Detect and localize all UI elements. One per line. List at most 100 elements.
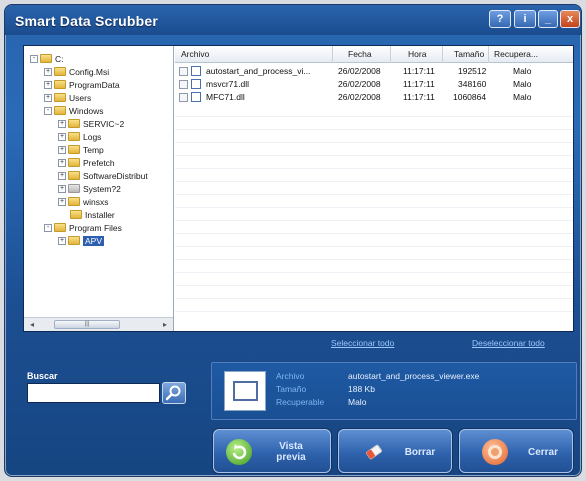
table-row[interactable]: MFC71.dll 26/02/2008 11:17:11 1060864 Ma… [175, 91, 573, 103]
cell-archivo: MFC71.dll [206, 92, 245, 102]
file-list[interactable]: Archivo Fecha Hora Tamaño Recupera... au… [175, 46, 573, 331]
column-header-tamano[interactable]: Tamaño [454, 49, 484, 59]
info-button[interactable]: i [514, 10, 536, 28]
tree-item-servic2[interactable]: + SERVIC~2 [58, 117, 124, 129]
scroll-left-icon[interactable]: ◂ [26, 319, 38, 330]
column-separator[interactable] [442, 46, 443, 63]
cell-archivo: msvcr71.dll [206, 79, 249, 89]
tree-item-label: Windows [69, 105, 104, 116]
expand-icon[interactable]: + [58, 132, 66, 141]
grid-line [175, 142, 573, 143]
cell-fecha: 26/02/2008 [338, 92, 381, 102]
expand-icon[interactable]: + [44, 80, 52, 89]
close-button[interactable]: Cerrar [459, 429, 573, 473]
file-icon [191, 79, 201, 89]
select-all-link[interactable]: Seleccionar todo [331, 338, 394, 348]
cell-recupera: Malo [513, 79, 532, 89]
preview-button[interactable]: Vista previa [213, 429, 331, 473]
tree-item-config-msi[interactable]: + Config.Msi [44, 65, 109, 77]
detail-label-archivo: Archivo [276, 371, 305, 381]
tree-item-label: Logs [83, 131, 102, 142]
folder-icon [68, 145, 80, 155]
column-separator[interactable] [390, 46, 391, 63]
cell-recupera: Malo [513, 92, 532, 102]
collapse-icon[interactable]: - [44, 223, 52, 232]
folder-icon [68, 132, 80, 142]
collapse-icon[interactable]: - [44, 106, 52, 115]
tree-item-label: SoftwareDistribut [83, 170, 148, 181]
folder-icon [40, 54, 52, 64]
tree-item-winsxs[interactable]: + winsxs [58, 195, 109, 207]
expand-icon[interactable]: + [58, 184, 66, 193]
expand-icon[interactable]: + [58, 171, 66, 180]
tree-item-label: C: [55, 53, 64, 64]
folder-tree[interactable]: - C: + Config.Msi + ProgramData + Users - Win… [24, 46, 174, 331]
tree-item-windows[interactable]: - Windows [44, 104, 103, 116]
expand-icon[interactable]: + [58, 158, 66, 167]
detail-label-tamano: Tamaño [276, 384, 307, 394]
expand-icon[interactable]: + [44, 67, 52, 76]
tree-item-prefetch[interactable]: + Prefetch [58, 156, 115, 168]
tree-item-installer[interactable]: Installer [70, 208, 115, 220]
column-header-archivo[interactable]: Archivo [181, 49, 209, 59]
folder-icon [68, 119, 80, 129]
cell-hora: 11:17:11 [403, 92, 435, 102]
folder-icon [54, 80, 66, 90]
cell-recupera: Malo [513, 66, 532, 76]
tree-item-label: Config.Msi [69, 66, 110, 77]
row-checkbox[interactable] [179, 67, 188, 76]
title-bar[interactable]: Smart Data Scrubber ? i _ x [5, 5, 581, 35]
grid-line [175, 272, 573, 273]
minimize-button[interactable]: _ [538, 10, 558, 28]
row-checkbox[interactable] [179, 93, 188, 102]
magnifier-icon [165, 385, 181, 401]
tree-item-system2[interactable]: + System?2 [58, 182, 121, 194]
column-header-fecha[interactable]: Fecha [348, 49, 372, 59]
grid-line [175, 311, 573, 312]
preview-label-line1: Vista [279, 441, 303, 452]
tree-item-softwaredistribution[interactable]: + SoftwareDistribut [58, 169, 148, 181]
grid-line [175, 233, 573, 234]
folder-icon [68, 158, 80, 168]
row-checkbox[interactable] [179, 80, 188, 89]
tree-item-label: Installer [85, 209, 115, 220]
column-separator[interactable] [488, 46, 489, 63]
detail-value-recuperable: Malo [348, 397, 367, 407]
tree-item-c[interactable]: - C: [30, 52, 64, 64]
tree-item-temp[interactable]: + Temp [58, 143, 104, 155]
expand-icon[interactable]: + [58, 119, 66, 128]
file-icon [191, 92, 201, 102]
grid-line [175, 129, 573, 130]
tree-item-apv[interactable]: + APV [58, 234, 105, 246]
column-separator[interactable] [332, 46, 333, 63]
help-button[interactable]: ? [489, 10, 511, 28]
tree-horizontal-scrollbar[interactable]: ◂ ||| ▸ [24, 317, 173, 331]
deselect-all-link[interactable]: Deseleccionar todo [472, 338, 545, 348]
expand-icon[interactable]: + [58, 145, 66, 154]
tree-item-program-files[interactable]: - Program Files [44, 221, 122, 233]
cell-hora: 11:17:11 [403, 66, 435, 76]
tree-item-logs[interactable]: + Logs [58, 130, 101, 142]
expand-icon[interactable]: + [58, 197, 66, 206]
search-input[interactable] [27, 383, 160, 403]
tree-item-users[interactable]: + Users [44, 91, 91, 103]
detail-label-recuperable: Recuperable [276, 397, 325, 407]
expand-icon[interactable]: + [58, 236, 66, 245]
expand-icon[interactable]: + [44, 93, 52, 102]
folder-icon [70, 210, 82, 220]
refresh-arrow-icon [226, 439, 252, 465]
search-button[interactable] [162, 382, 186, 404]
column-header-recupera[interactable]: Recupera... [494, 49, 538, 59]
cell-tamano: 192512 [458, 66, 487, 76]
column-header-hora[interactable]: Hora [408, 49, 426, 59]
table-row[interactable]: msvcr71.dll 26/02/2008 11:17:11 348160 M… [175, 78, 573, 90]
grid-line [175, 194, 573, 195]
scroll-thumb[interactable]: ||| [54, 320, 120, 329]
close-window-button[interactable]: x [560, 10, 580, 28]
scroll-right-icon[interactable]: ▸ [159, 319, 171, 330]
collapse-icon[interactable]: - [30, 54, 38, 63]
delete-button[interactable]: Borrar [338, 429, 452, 473]
tree-item-programdata[interactable]: + ProgramData [44, 78, 120, 90]
folder-icon [54, 223, 66, 233]
table-row[interactable]: autostart_and_process_vi... 26/02/2008 1… [175, 65, 573, 77]
